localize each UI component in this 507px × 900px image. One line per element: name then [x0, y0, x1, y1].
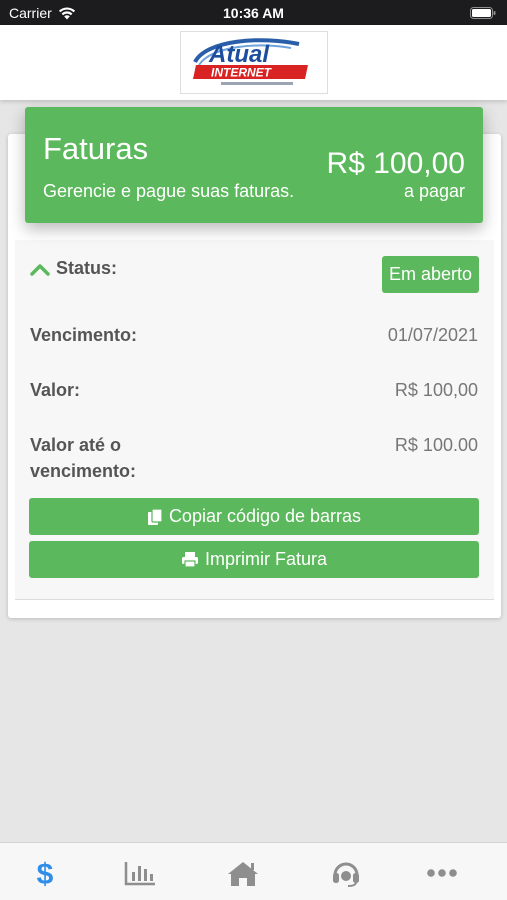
tab-support[interactable] [326, 856, 366, 890]
clock: 10:36 AM [223, 5, 284, 21]
home-icon [228, 862, 258, 886]
due-date-label: Vencimento: [30, 325, 138, 345]
status-toggle[interactable]: Status: [30, 258, 117, 279]
value-until-due-label-line2: vencimento: [30, 461, 137, 481]
tab-bar: $ [0, 842, 507, 900]
copy-barcode-label: Copiar código de barras [168, 506, 362, 526]
total-amount-label: a pagar [403, 181, 465, 201]
svg-text:Atual: Atual [208, 41, 270, 68]
copy-icon [147, 507, 163, 525]
more-icon [427, 869, 457, 877]
value-value: R$ 100,00 [394, 380, 478, 400]
battery-icon [470, 6, 496, 22]
value-label: Valor: [30, 380, 81, 400]
due-date-value: 01/07/2021 [387, 325, 478, 345]
headset-icon [333, 862, 359, 887]
page-title: Faturas [43, 131, 149, 166]
value-until-due-label-line1: Valor até o [30, 435, 122, 455]
app-header: Atual INTERNET [0, 25, 507, 100]
printer-icon [181, 552, 198, 568]
bar-chart-icon [124, 862, 155, 886]
page-subtitle: Gerencie e pague suas faturas. [43, 181, 295, 201]
chevron-up-icon [30, 263, 50, 276]
tab-home[interactable] [223, 856, 263, 890]
invoices-summary-header: Faturas Gerencie e pague suas faturas. R… [25, 107, 483, 223]
dollar-icon: $ [37, 858, 54, 889]
status-badge: Em aberto [382, 256, 479, 293]
atual-internet-logo: Atual INTERNET [180, 31, 328, 94]
svg-text:$: $ [37, 858, 54, 889]
tab-invoices[interactable]: $ [25, 856, 65, 890]
tab-more[interactable] [422, 856, 462, 890]
tab-usage[interactable] [120, 856, 160, 890]
print-invoice-label: Imprimir Fatura [204, 549, 327, 569]
value-until-due-value: R$ 100.00 [394, 435, 478, 455]
svg-text:INTERNET: INTERNET [211, 66, 273, 80]
status-bar: Carrier 10:36 AM [0, 0, 507, 25]
total-amount: R$ 100,00 [326, 147, 465, 180]
print-invoice-button[interactable]: Imprimir Fatura [29, 541, 479, 578]
status-label: Status: [56, 258, 118, 278]
copy-barcode-button[interactable]: Copiar código de barras [29, 498, 479, 535]
